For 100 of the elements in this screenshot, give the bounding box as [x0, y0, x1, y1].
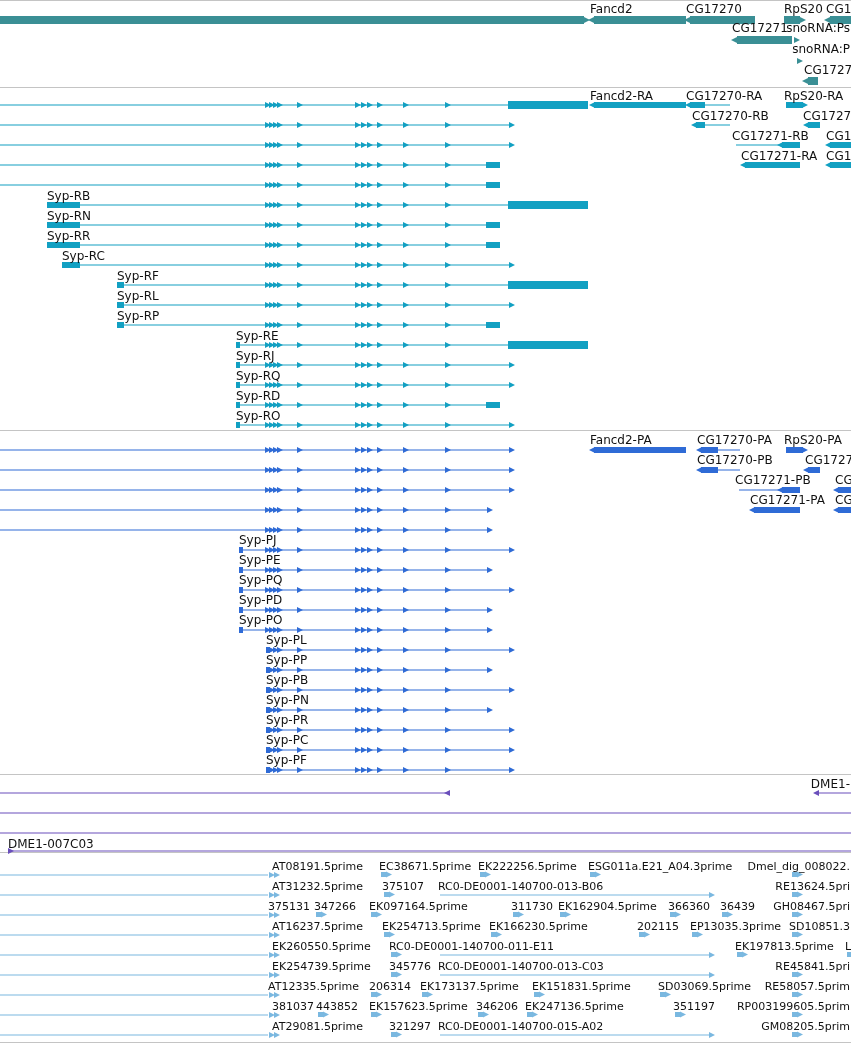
transcript-glyph[interactable] [803, 122, 820, 128]
protein-glyph[interactable] [265, 647, 515, 653]
feature-label: Syp-PO [239, 613, 283, 627]
feature-label: Syp-PQ [239, 573, 283, 587]
transcript-glyph[interactable] [735, 142, 801, 148]
transcript-glyph[interactable] [0, 162, 501, 168]
feature-label: CG17270-PA [697, 433, 772, 447]
feature-label: 347266 [314, 900, 356, 913]
transcript-glyph[interactable] [235, 382, 515, 388]
transcript-glyph[interactable] [116, 281, 589, 289]
transcript-glyph[interactable] [0, 101, 589, 109]
feature-label: Syp-RO [236, 409, 281, 423]
feature-label: snoRNA:Ps [786, 21, 850, 35]
protein-glyph[interactable] [238, 567, 493, 573]
feature-label: CG1 [826, 149, 851, 163]
gene-glyph[interactable] [824, 16, 851, 24]
feature-label: EP13035.3prime [690, 920, 782, 933]
feature-label: RpS20-RA [784, 89, 844, 103]
protein-glyph[interactable] [238, 607, 493, 613]
feature-label: 375107 [382, 880, 424, 893]
feature-label: Syp-PF [266, 753, 307, 767]
transcript-glyph[interactable] [235, 402, 501, 408]
protein-glyph[interactable] [696, 447, 741, 453]
feature-label: EK166230.5prime [489, 920, 588, 933]
protein-glyph[interactable] [0, 447, 515, 453]
feature-label: Syp-PJ [239, 533, 277, 547]
protein-glyph[interactable] [265, 707, 493, 713]
feature-label: CG1727 [803, 109, 851, 123]
feature-label: EK254713.5prime [382, 920, 481, 933]
feature-label: Fancd2 [590, 2, 633, 16]
feature-label: Syp-RJ [236, 349, 275, 363]
feature-label: Syp-RR [47, 229, 91, 243]
transcript-glyph[interactable] [0, 142, 515, 148]
est-glyph[interactable] [792, 871, 803, 878]
feature-label: EK151831.5prime [532, 980, 631, 993]
feature-label: RpS20-PA [784, 433, 842, 447]
protein-glyph[interactable] [833, 487, 851, 493]
protein-glyph[interactable] [265, 667, 493, 673]
protein-glyph[interactable] [0, 487, 515, 493]
feature-label: RC0-DE0001-140700-015-A02 [438, 1020, 604, 1033]
protein-glyph[interactable] [833, 507, 851, 513]
protein-glyph[interactable] [749, 507, 800, 513]
protein-glyph[interactable] [0, 507, 493, 513]
protein-glyph[interactable] [786, 447, 808, 453]
feature-label: EK222256.5prime [478, 860, 577, 873]
feature-label: 311730 [511, 900, 553, 913]
feature-label: CG17271-PA [750, 493, 825, 507]
feature-label: CG [835, 473, 851, 487]
feature-label: Dmel_dig_008022. [747, 860, 850, 873]
feature-label: AT29081.5prime [272, 1020, 363, 1033]
protein-glyph[interactable] [265, 747, 515, 753]
protein-glyph[interactable] [738, 487, 801, 493]
feature-label: Syp-RD [236, 389, 281, 403]
protein-glyph[interactable] [589, 447, 686, 453]
transcript-glyph[interactable] [740, 162, 800, 168]
feature-label: Fancd2-PA [590, 433, 652, 447]
feature-label: DME1-007C03 [8, 837, 94, 851]
protein-glyph[interactable] [803, 467, 820, 473]
transcript-glyph[interactable] [0, 182, 501, 188]
feature-label: Syp-PP [266, 653, 308, 667]
feature-label: Syp-RN [47, 209, 91, 223]
feature-label: 366360 [668, 900, 710, 913]
protein-glyph[interactable] [265, 687, 515, 693]
feature-label: Syp-RB [47, 189, 91, 203]
clone-glyph[interactable] [813, 790, 851, 796]
protein-glyph[interactable] [0, 467, 515, 473]
feature-label: AT08191.5prime [272, 860, 363, 873]
gene-glyph[interactable] [684, 16, 755, 24]
protein-glyph[interactable] [0, 527, 493, 533]
feature-label: CG17270 [686, 2, 742, 16]
feature-label: AT16237.5prime [272, 920, 363, 933]
transcript-glyph[interactable] [589, 102, 686, 108]
transcript-glyph[interactable] [685, 102, 731, 108]
transcript-glyph[interactable] [61, 262, 515, 268]
transcript-glyph[interactable] [46, 222, 501, 228]
feature-label: 321297 [389, 1020, 431, 1033]
transcript-glyph[interactable] [116, 322, 501, 328]
protein-glyph[interactable] [238, 627, 493, 633]
transcript-glyph[interactable] [46, 201, 589, 209]
protein-glyph[interactable] [265, 767, 515, 773]
feature-label: CG1 [826, 129, 851, 143]
transcript-glyph[interactable] [786, 102, 808, 108]
feature-label: RC0-DE0001-140700-013-B06 [438, 880, 604, 893]
transcript-glyph[interactable] [825, 162, 851, 168]
feature-label: 345776 [389, 960, 431, 973]
protein-glyph[interactable] [696, 467, 741, 473]
transcript-glyph[interactable] [235, 341, 589, 349]
protein-glyph[interactable] [238, 547, 515, 553]
feature-label: Syp-RF [117, 269, 159, 283]
transcript-glyph[interactable] [46, 242, 501, 248]
feature-label: SD03069.5prime [658, 980, 751, 993]
transcript-glyph[interactable] [825, 142, 851, 148]
transcript-glyph[interactable] [116, 302, 515, 308]
protein-glyph[interactable] [265, 727, 515, 733]
transcript-glyph[interactable] [235, 362, 515, 368]
transcript-glyph[interactable] [235, 422, 515, 428]
feature-label: CG [835, 493, 851, 507]
protein-glyph[interactable] [238, 587, 515, 593]
transcript-glyph[interactable] [0, 122, 515, 128]
transcript-glyph[interactable] [691, 122, 731, 128]
